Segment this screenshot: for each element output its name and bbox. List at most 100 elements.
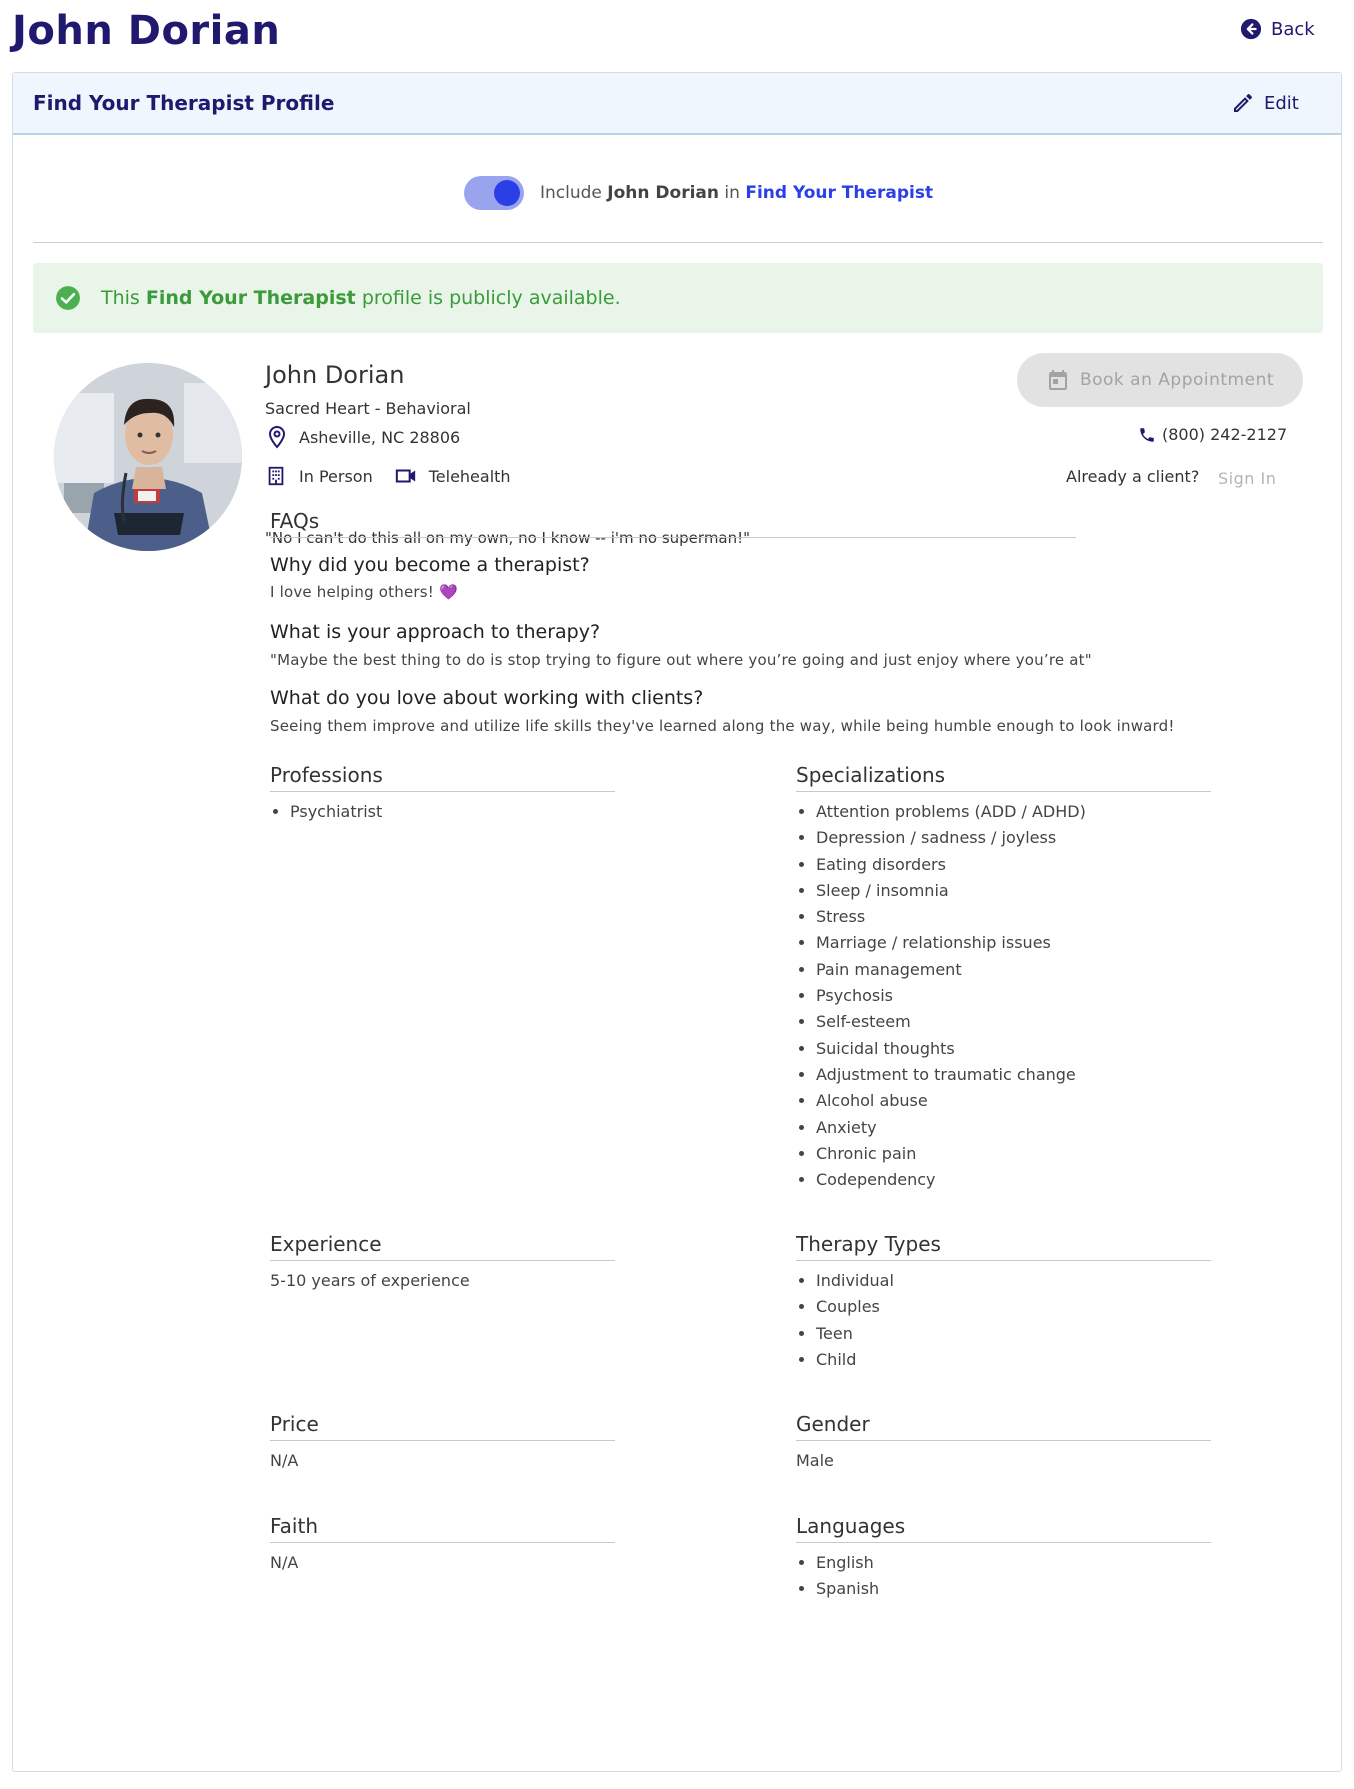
list-item: Alcohol abuse — [816, 1088, 1086, 1114]
mode-telehealth-label: Telehealth — [428, 466, 511, 486]
list-item: Adjustment to traumatic change — [816, 1062, 1086, 1088]
toggle-knob — [494, 180, 520, 206]
list-item: Stress — [816, 904, 1086, 930]
arrow-left-circle-icon — [1240, 18, 1262, 40]
find-your-therapist-link[interactable]: Find Your Therapist — [745, 183, 933, 203]
list-item: Codependency — [816, 1167, 1086, 1193]
toggle-middle: in — [724, 183, 740, 203]
profile-name: John Dorian — [265, 361, 405, 389]
list-item: Chronic pain — [816, 1141, 1086, 1167]
alert-text: This Find Your Therapist profile is publ… — [101, 287, 621, 309]
profile-organization: Sacred Heart - Behavioral — [265, 399, 471, 418]
phone-icon — [1140, 427, 1154, 442]
alert-suffix: profile is publicly available. — [361, 287, 621, 309]
profile-location: Asheville, NC 28806 — [265, 425, 460, 449]
list-item: Anxiety — [816, 1115, 1086, 1141]
profile-quote: "No I can't do this all on my own, no I … — [265, 529, 751, 547]
therapy-types-title: Therapy Types — [796, 1232, 941, 1256]
already-client-label: Already a client? — [1066, 467, 1200, 486]
include-toggle-label: Include John Dorian in Find Your Therapi… — [540, 183, 933, 203]
public-status-alert: This Find Your Therapist profile is publ… — [33, 263, 1323, 333]
location-text: Asheville, NC 28806 — [299, 427, 461, 447]
faith-title: Faith — [270, 1514, 318, 1538]
list-item: Individual — [816, 1268, 894, 1294]
list-item: Child — [816, 1347, 894, 1373]
experience-title: Experience — [270, 1232, 382, 1256]
list-item: Suicidal thoughts — [816, 1036, 1086, 1062]
video-camera-icon — [395, 469, 415, 483]
avatar-photo — [54, 363, 242, 551]
price-title: Price — [270, 1412, 319, 1436]
list-item: Self-esteem — [816, 1009, 1086, 1035]
therapy-types-list: Individual Couples Teen Child — [796, 1268, 894, 1373]
edit-label: Edit — [1264, 92, 1299, 114]
back-button[interactable]: Back — [1240, 18, 1315, 40]
phone-text: (800) 242-2127 — [1162, 425, 1288, 444]
back-label: Back — [1271, 18, 1315, 40]
book-appointment-label: Book an Appointment — [1079, 370, 1275, 390]
faq-question: What is your approach to therapy? — [270, 621, 601, 643]
divider — [33, 242, 1323, 243]
gender-divider — [796, 1440, 1211, 1441]
gender-title: Gender — [796, 1412, 870, 1436]
toggle-name: John Dorian — [607, 183, 720, 203]
sign-in-link[interactable]: Sign In — [1218, 469, 1276, 488]
list-item: Marriage / relationship issues — [816, 930, 1086, 956]
list-item: Pain management — [816, 957, 1086, 983]
professions-divider — [270, 791, 615, 792]
mode-in-person-label: In Person — [299, 466, 373, 486]
list-item: Spanish — [816, 1576, 879, 1602]
mode-telehealth: Telehealth — [395, 465, 511, 487]
list-item: Sleep / insomnia — [816, 878, 1086, 904]
book-appointment-button[interactable]: Book an Appointment — [1017, 353, 1303, 407]
faith-value: N/A — [270, 1553, 299, 1572]
card-title: Find Your Therapist Profile — [33, 91, 335, 115]
specializations-divider — [796, 791, 1211, 792]
profile-card: Find Your Therapist Profile Edit Include… — [12, 72, 1342, 1772]
alert-bold: Find Your Therapist — [145, 287, 356, 309]
professions-list: Psychiatrist — [270, 799, 382, 825]
card-header: Find Your Therapist Profile Edit — [13, 73, 1341, 135]
alert-prefix: This — [101, 287, 140, 309]
map-pin-icon — [268, 425, 286, 449]
edit-button[interactable]: Edit — [1231, 91, 1299, 115]
avatar — [54, 363, 242, 551]
faq-answer: Seeing them improve and utilize life ski… — [270, 717, 1175, 735]
phone-number[interactable]: (800) 242-2127 — [1138, 425, 1287, 444]
faqs-divider — [270, 537, 1076, 538]
list-item: Depression / sadness / joyless — [816, 825, 1086, 851]
faq-question: What do you love about working with clie… — [270, 687, 704, 709]
faq-answer: "Maybe the best thing to do is stop tryi… — [270, 651, 1092, 669]
languages-title: Languages — [796, 1514, 906, 1538]
list-item: Couples — [816, 1294, 894, 1320]
price-divider — [270, 1440, 615, 1441]
therapy-types-divider — [796, 1260, 1211, 1261]
experience-divider — [270, 1260, 615, 1261]
building-icon — [268, 466, 284, 486]
session-modes: In Person Telehealth — [265, 465, 533, 487]
faith-divider — [270, 1542, 615, 1543]
faq-answer: I love helping others! 💜 — [270, 583, 458, 601]
calendar-icon — [1048, 370, 1067, 390]
languages-list: English Spanish — [796, 1550, 879, 1603]
pencil-icon — [1234, 93, 1253, 112]
list-item: Eating disorders — [816, 852, 1086, 878]
list-item: Psychiatrist — [290, 799, 382, 825]
mode-in-person: In Person — [265, 465, 373, 487]
professions-title: Professions — [270, 763, 383, 787]
include-toggle-row: Include John Dorian in Find Your Therapi… — [464, 176, 933, 210]
languages-divider — [796, 1542, 1211, 1543]
page-title: John Dorian — [12, 8, 281, 54]
list-item: Teen — [816, 1321, 894, 1347]
check-circle-icon — [56, 286, 80, 310]
faq-question: Why did you become a therapist? — [270, 554, 590, 576]
list-item: Attention problems (ADD / ADHD) — [816, 799, 1086, 825]
toggle-prefix: Include — [540, 183, 602, 203]
gender-value: Male — [796, 1451, 834, 1470]
experience-value: 5-10 years of experience — [270, 1271, 470, 1290]
list-item: English — [816, 1550, 879, 1576]
include-toggle[interactable] — [464, 176, 524, 210]
specializations-list: Attention problems (ADD / ADHD) Depressi… — [796, 799, 1086, 1193]
list-item: Psychosis — [816, 983, 1086, 1009]
faqs-title: FAQs — [270, 509, 320, 533]
